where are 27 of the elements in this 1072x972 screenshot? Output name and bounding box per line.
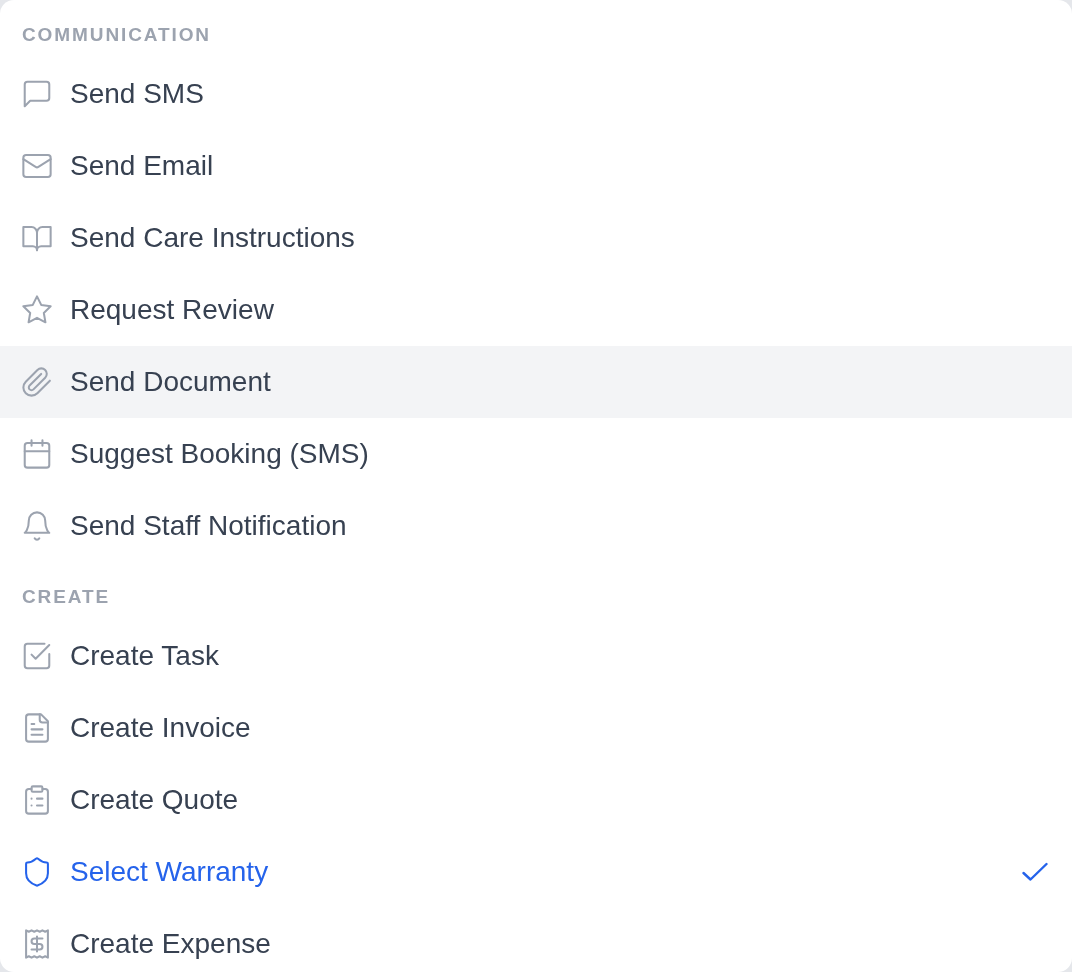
menu-item[interactable]: Create Task	[0, 620, 1072, 692]
menu-item[interactable]: Select Warranty	[0, 836, 1072, 908]
menu-item[interactable]: Send Care Instructions	[0, 202, 1072, 274]
menu-item[interactable]: Create Expense	[0, 908, 1072, 972]
menu-item[interactable]: Send Email	[0, 130, 1072, 202]
section-heading: COMMUNICATION	[21, 23, 212, 47]
menu-item[interactable]: Suggest Booking (SMS)	[0, 418, 1072, 490]
clipboard-icon	[22, 785, 52, 815]
bell-icon	[22, 511, 52, 541]
book-icon	[22, 223, 52, 253]
menu-item[interactable]: Create Invoice	[0, 692, 1072, 764]
envelope-icon	[22, 151, 52, 181]
calendar-icon	[22, 439, 52, 469]
menu-item[interactable]: Request Review	[0, 274, 1072, 346]
menu-item[interactable]: Send Document	[0, 346, 1072, 418]
menu-item[interactable]: Send Staff Notification	[0, 490, 1072, 562]
section-heading: CREATE	[21, 585, 112, 609]
checkmark-icon	[1022, 862, 1048, 882]
paperclip-icon	[22, 367, 52, 397]
receipt-icon	[22, 929, 52, 959]
document-icon	[22, 713, 52, 743]
checkbox-icon	[22, 641, 52, 671]
menu-item[interactable]: Send SMS	[0, 58, 1072, 130]
star-icon	[22, 295, 52, 325]
chat-bubble-icon	[22, 79, 52, 109]
shield-icon	[22, 857, 52, 887]
menu-item[interactable]: Create Quote	[0, 764, 1072, 836]
